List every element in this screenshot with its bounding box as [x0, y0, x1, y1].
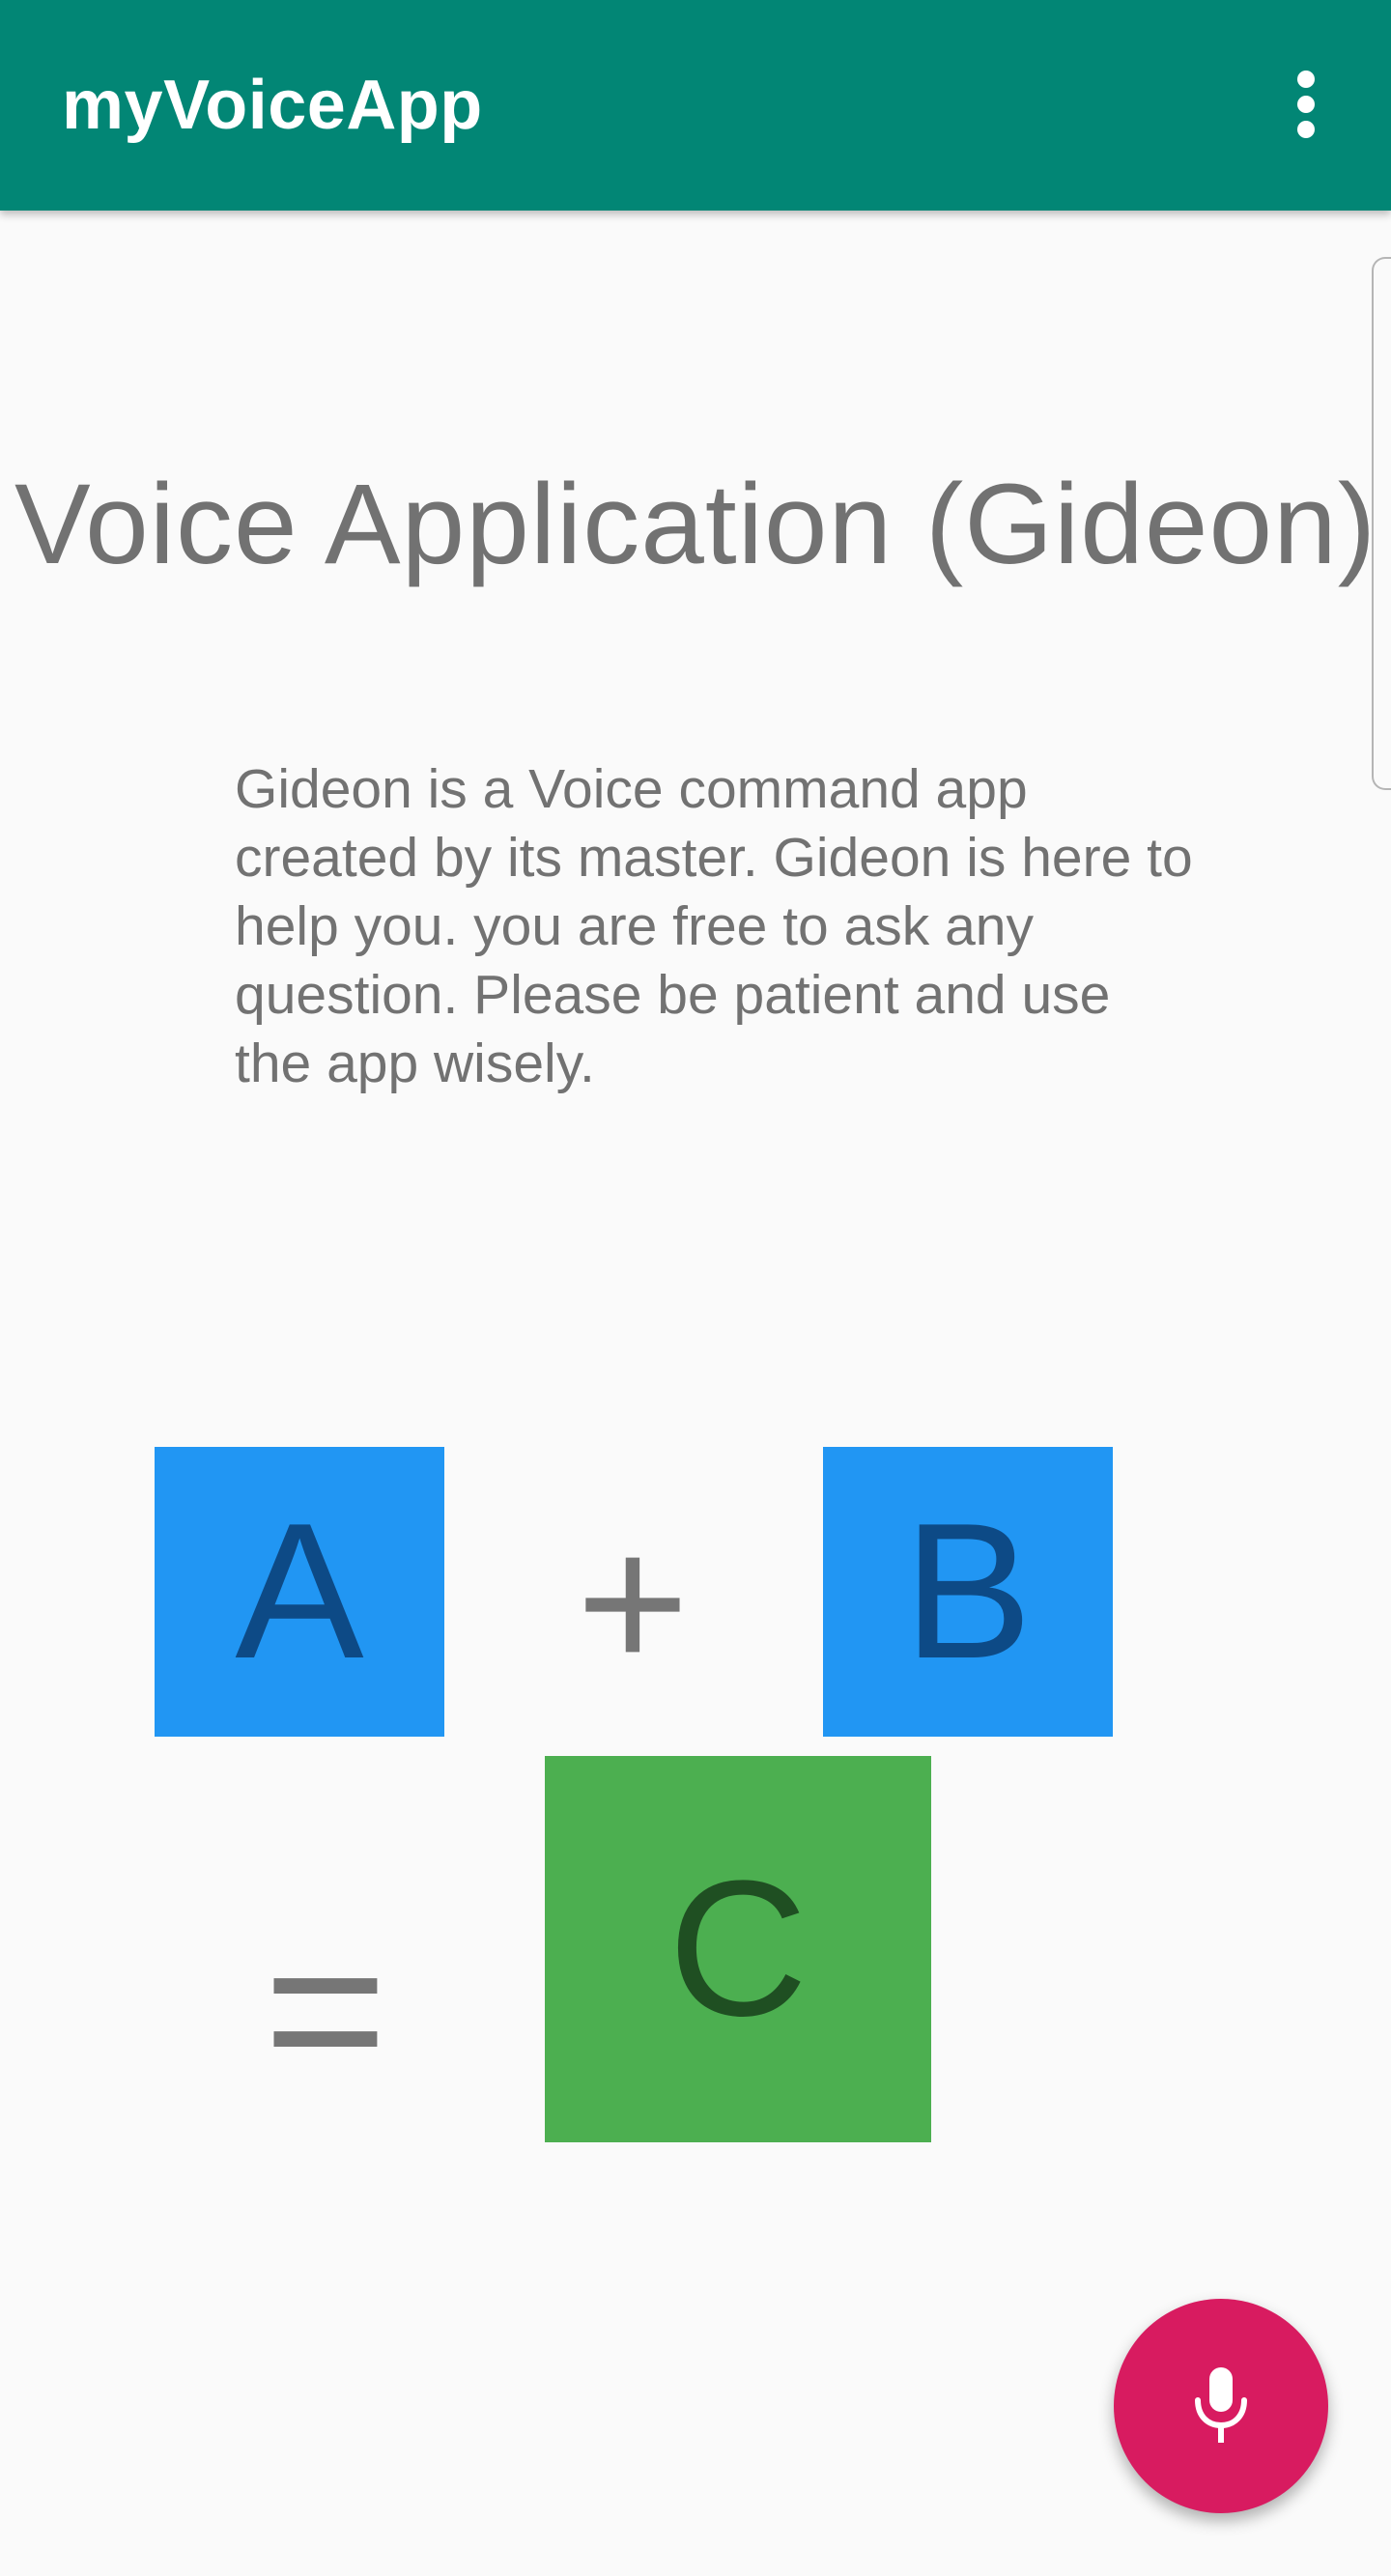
tile-c-result[interactable]: C — [545, 1756, 931, 2142]
voice-input-button[interactable] — [1114, 2299, 1328, 2513]
tile-a[interactable]: A — [155, 1447, 444, 1737]
more-vert-icon — [1297, 71, 1315, 138]
app-title: myVoiceApp — [62, 67, 483, 144]
mic-icon — [1195, 2367, 1247, 2443]
app-description: Gideon is a Voice command app created by… — [235, 758, 1193, 1094]
equals-sign: = — [263, 1890, 388, 2128]
tile-b[interactable]: B — [823, 1447, 1113, 1737]
plus-sign: + — [576, 1495, 690, 1711]
overflow-menu-button[interactable] — [1275, 62, 1337, 147]
page-heading: Voice Application (Gideon) — [14, 461, 1377, 588]
app-screen: myVoiceApp Voice Application (Gideon) Gi… — [0, 0, 1391, 2576]
app-toolbar: myVoiceApp — [0, 0, 1391, 211]
